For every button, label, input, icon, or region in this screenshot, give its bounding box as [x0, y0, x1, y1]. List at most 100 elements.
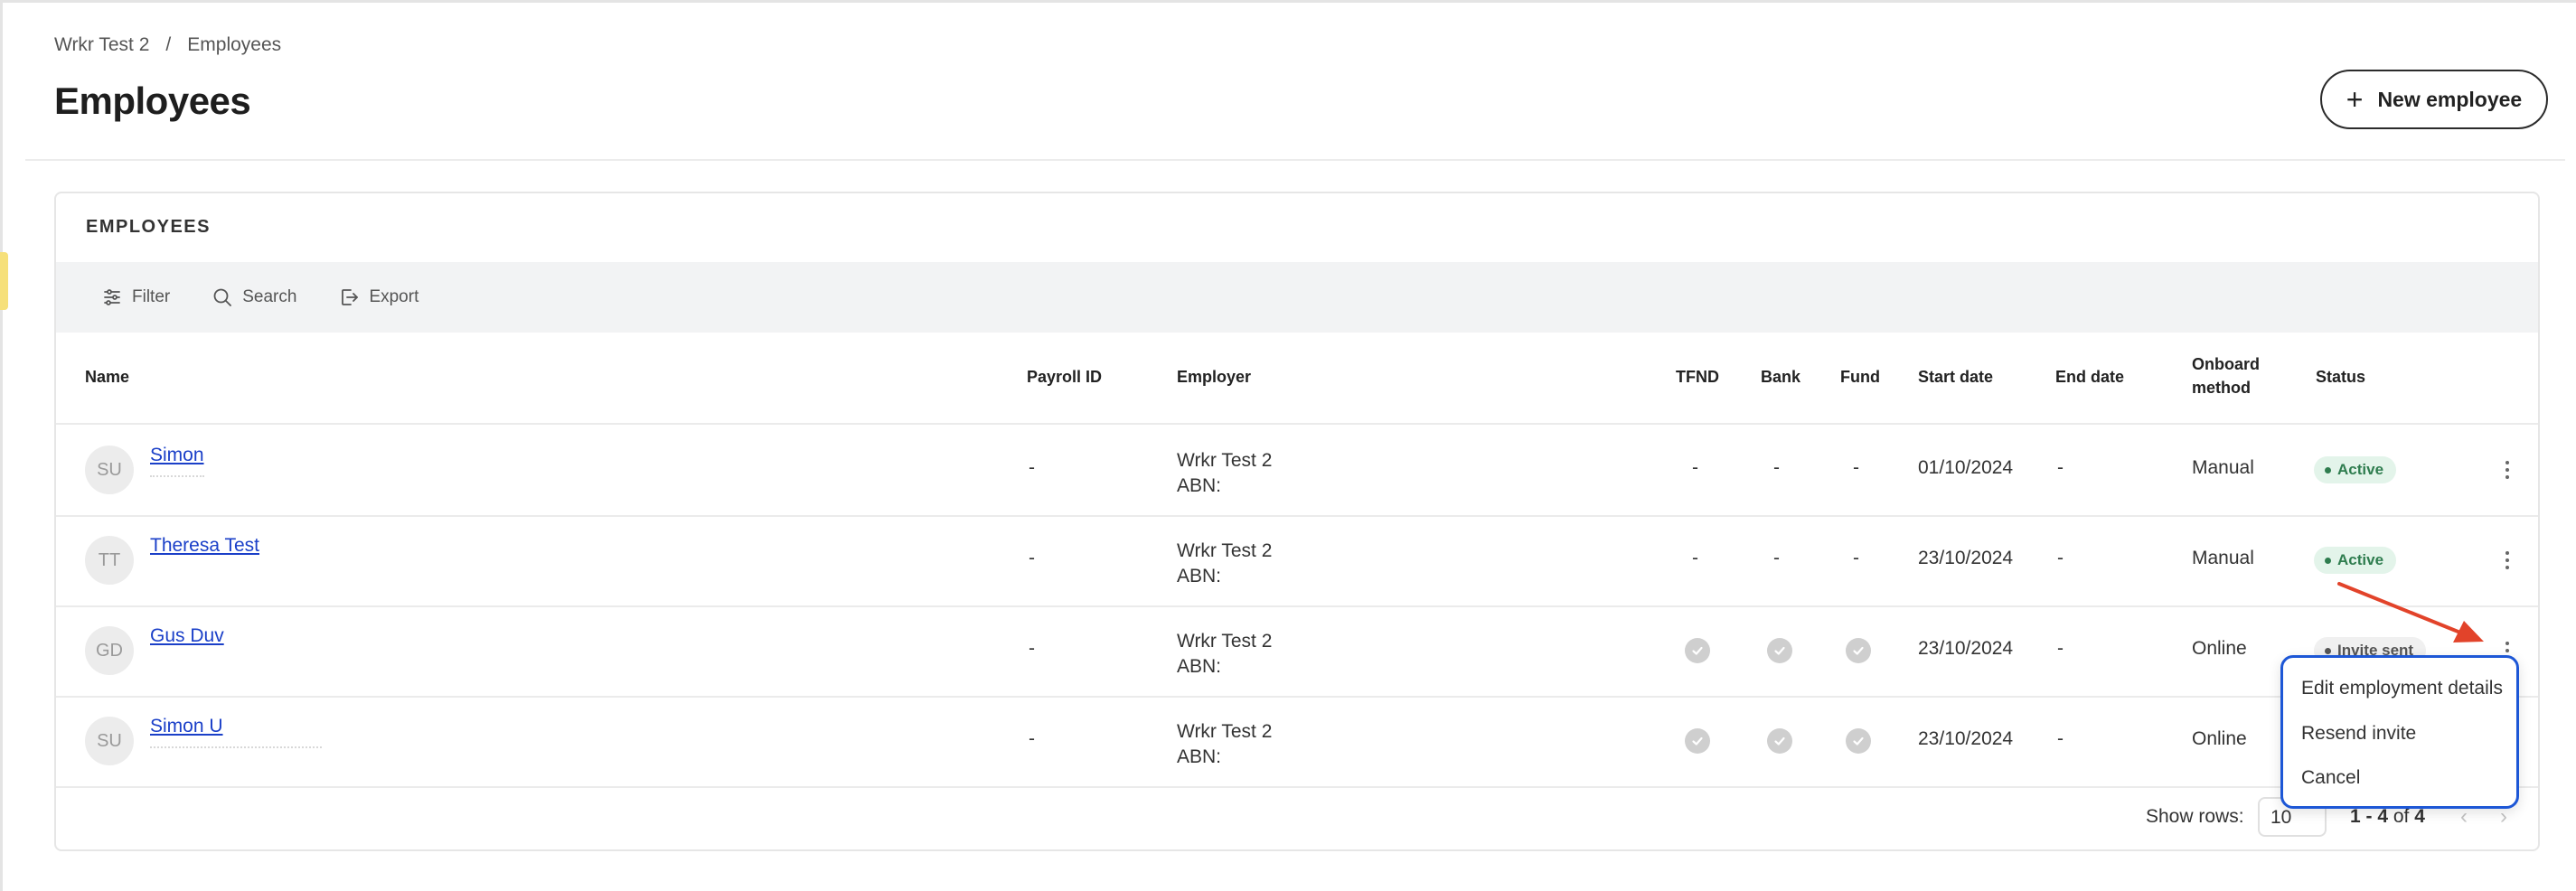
column-header-fund[interactable]: Fund	[1840, 365, 1880, 389]
window-top-border	[0, 0, 2576, 3]
column-header-payroll-id[interactable]: Payroll ID	[1027, 365, 1102, 389]
employer-cell: Wrkr Test 2 ABN:	[1177, 448, 1272, 499]
bank-check-circle-icon	[1767, 638, 1792, 663]
filter-label: Filter	[132, 287, 171, 306]
column-header-status[interactable]: Status	[2316, 365, 2365, 389]
avatar: SU	[85, 446, 134, 494]
end-date: -	[2057, 638, 2064, 659]
table-row[interactable]: SU Simon - Wrkr Test 2 ABN: - - - 01/10/…	[56, 425, 2538, 517]
payroll-id: -	[1029, 548, 1035, 568]
employee-name-link[interactable]: Theresa Test	[150, 535, 259, 557]
bank-value: -	[1773, 548, 1780, 568]
status-badge: Active	[2314, 547, 2397, 574]
employer-name: Wrkr Test 2	[1177, 450, 1273, 471]
plus-icon: +	[2346, 83, 2364, 116]
onboard-method: Online	[2192, 638, 2247, 659]
employer-name: Wrkr Test 2	[1177, 721, 1273, 742]
kebab-icon[interactable]	[2496, 540, 2518, 580]
employer-abn: ABN:	[1177, 656, 1222, 677]
table-toolbar: Filter Search Export	[56, 262, 2538, 333]
employee-subtext	[150, 743, 322, 748]
payroll-id: -	[1029, 457, 1035, 478]
table-footer: Show rows: 10 1 - 4 of 4 ‹ ›	[56, 786, 2538, 849]
column-header-employer[interactable]: Employer	[1177, 365, 1251, 389]
employer-abn: ABN:	[1177, 566, 1222, 586]
tfnd-value: -	[1692, 457, 1698, 478]
start-date: 23/10/2024	[1918, 638, 2014, 659]
card-title: EMPLOYEES	[86, 217, 211, 237]
new-employee-button[interactable]: + New employee	[2320, 70, 2548, 129]
breadcrumb: Wrkr Test 2 / Employees	[54, 34, 281, 56]
fund-value: -	[1853, 548, 1859, 568]
tfnd-check-circle-icon	[1685, 728, 1710, 754]
page-title: Employees	[54, 80, 251, 122]
search-icon	[213, 288, 232, 306]
header-divider	[25, 159, 2565, 161]
range-of: of	[2393, 806, 2410, 827]
bank-value: -	[1773, 457, 1780, 478]
fund-value: -	[1853, 457, 1859, 478]
export-icon	[342, 289, 359, 305]
start-date: 01/10/2024	[1918, 457, 2014, 478]
employer-cell: Wrkr Test 2 ABN:	[1177, 719, 1272, 770]
employer-name: Wrkr Test 2	[1177, 540, 1273, 561]
menu-item-edit-employment-details[interactable]: Edit employment details	[2301, 678, 2503, 699]
range-total: 4	[2414, 806, 2425, 827]
end-date: -	[2057, 548, 2064, 568]
employees-page: Wrkr Test 2 / Employees Employees + New …	[0, 0, 2576, 891]
column-header-end-date[interactable]: End date	[2055, 365, 2124, 389]
payroll-id: -	[1029, 728, 1035, 749]
new-employee-label: New employee	[2377, 87, 2523, 111]
breadcrumb-current: Employees	[187, 34, 282, 55]
table-row[interactable]: SU Simon U - Wrkr Test 2 ABN: 23/10/2024…	[56, 696, 2538, 788]
avatar: TT	[85, 536, 134, 585]
avatar: SU	[85, 717, 134, 765]
end-date: -	[2057, 728, 2064, 749]
onboard-header-line-2: method	[2192, 379, 2251, 397]
onboard-method: Manual	[2192, 457, 2254, 478]
table-header: Name Payroll ID Employer TFND Bank Fund …	[56, 333, 2538, 425]
table-row[interactable]: GD Gus Duv - Wrkr Test 2 ABN: 23/10/2024…	[56, 605, 2538, 698]
column-header-name[interactable]: Name	[85, 365, 129, 389]
search-label: Search	[242, 287, 297, 306]
employer-cell: Wrkr Test 2 ABN:	[1177, 629, 1272, 680]
sidebar-active-indicator	[0, 252, 8, 310]
fund-check-circle-icon	[1846, 728, 1871, 754]
status-badge: Active	[2314, 456, 2397, 483]
column-header-bank[interactable]: Bank	[1761, 365, 1800, 389]
window-left-border	[0, 0, 3, 891]
column-header-start-date[interactable]: Start date	[1918, 365, 1993, 389]
tfnd-value: -	[1692, 548, 1698, 568]
menu-item-resend-invite[interactable]: Resend invite	[2301, 723, 2416, 745]
fund-check-circle-icon	[1846, 638, 1871, 663]
sliders-icon	[104, 289, 120, 305]
tfnd-check-circle-icon	[1685, 638, 1710, 663]
menu-item-cancel[interactable]: Cancel	[2301, 767, 2360, 789]
search-button[interactable]: Search	[212, 286, 296, 308]
employee-name-link[interactable]: Simon U	[150, 716, 223, 737]
breadcrumb-separator: /	[165, 34, 172, 55]
breadcrumb-parent-link[interactable]: Wrkr Test 2	[54, 34, 149, 56]
employer-abn: ABN:	[1177, 746, 1222, 767]
start-date: 23/10/2024	[1918, 728, 2014, 749]
row-actions-menu: Edit employment details Resend invite Ca…	[2280, 655, 2519, 809]
column-header-tfnd[interactable]: TFND	[1676, 365, 1719, 389]
filter-button[interactable]: Filter	[101, 286, 170, 308]
table-row[interactable]: TT Theresa Test - Wrkr Test 2 ABN: - - -…	[56, 515, 2538, 607]
employee-name-link[interactable]: Gus Duv	[150, 625, 224, 647]
employer-abn: ABN:	[1177, 475, 1222, 496]
employer-cell: Wrkr Test 2 ABN:	[1177, 539, 1272, 589]
pagination-range: 1 - 4 of 4	[2350, 806, 2425, 828]
bank-check-circle-icon	[1767, 728, 1792, 754]
employee-subtext	[150, 472, 204, 477]
onboard-method: Online	[2192, 728, 2247, 749]
export-button[interactable]: Export	[338, 286, 418, 308]
range-start: 1 - 4	[2350, 806, 2389, 827]
column-header-onboard-method[interactable]: Onboard method	[2192, 352, 2260, 399]
onboard-header-line-1: Onboard	[2192, 355, 2260, 373]
start-date: 23/10/2024	[1918, 548, 2014, 568]
employee-name-link[interactable]: Simon	[150, 445, 204, 466]
kebab-icon[interactable]	[2496, 450, 2518, 490]
employees-card: EMPLOYEES Filter Search Export Name Payr…	[54, 192, 2540, 851]
onboard-method: Manual	[2192, 548, 2254, 568]
